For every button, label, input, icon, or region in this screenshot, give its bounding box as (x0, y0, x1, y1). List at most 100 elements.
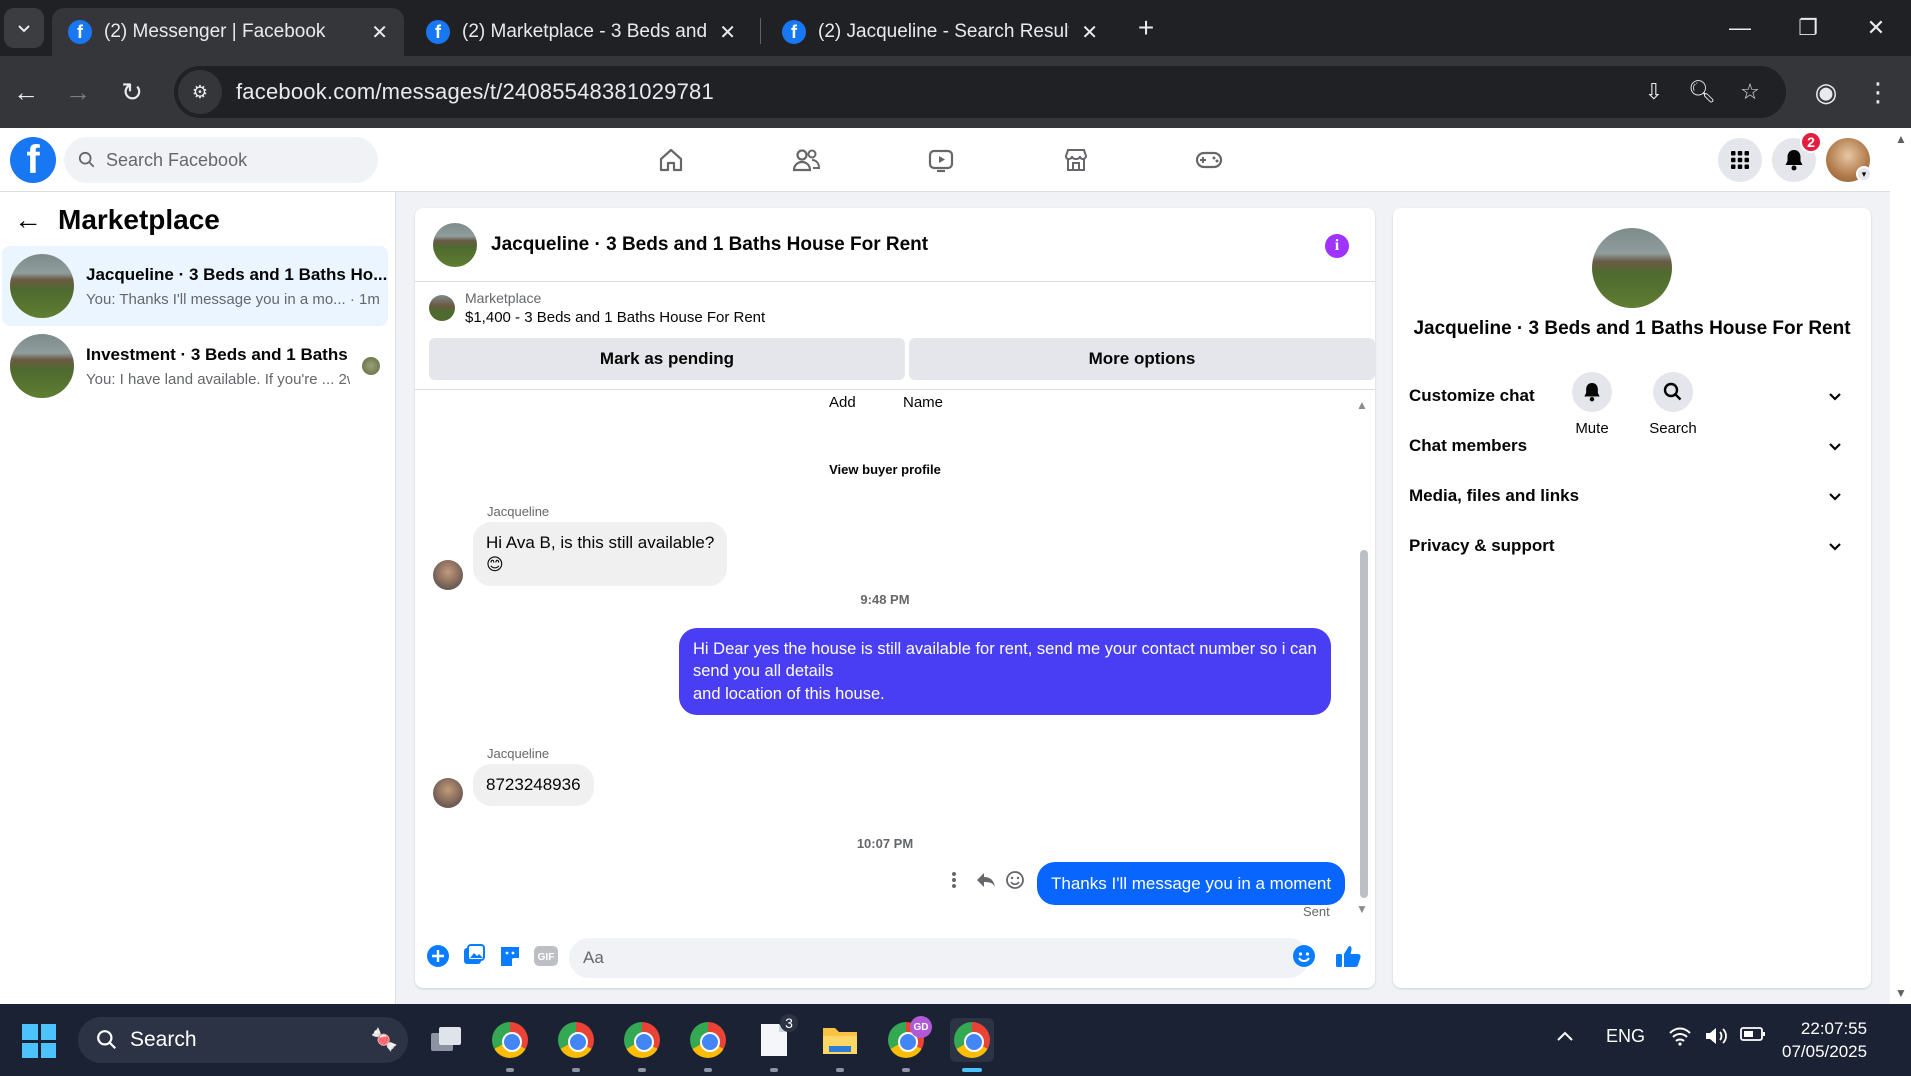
chrome-profile-icon[interactable] (554, 1018, 598, 1062)
minimize-button[interactable]: — (1712, 6, 1768, 50)
taskbar-search[interactable]: Search 🍬 (78, 1017, 408, 1063)
new-tab-button[interactable]: + (1128, 10, 1164, 46)
scrollbar-thumb[interactable] (1360, 550, 1368, 898)
back-arrow-icon[interactable]: ← (14, 204, 42, 236)
add-label[interactable]: Add (829, 394, 856, 411)
menu-button[interactable] (1718, 138, 1762, 182)
system-clock[interactable]: 22:07:55 07/05/2025 (1782, 1018, 1867, 1064)
outgoing-message[interactable]: Thanks I'll message you in a moment (1037, 862, 1346, 906)
avatar[interactable] (1592, 228, 1672, 308)
windows-start-icon[interactable] (22, 1024, 56, 1058)
task-view-icon[interactable] (424, 1018, 468, 1062)
scroll-down-arrow-icon[interactable]: ▼ (1895, 986, 1907, 1000)
bookmark-star-icon[interactable]: ☆ (1734, 76, 1766, 108)
file-explorer-icon[interactable] (818, 1018, 862, 1062)
grid-menu-icon (1731, 151, 1749, 169)
browser-menu-icon[interactable]: ⋮ (1858, 72, 1898, 112)
chrome-profile-icon[interactable] (620, 1018, 664, 1062)
conversation-item[interactable]: Jacqueline · 3 Beds and 1 Baths Ho... Yo… (2, 246, 388, 326)
outgoing-message[interactable]: Hi Dear yes the house is still available… (679, 628, 1331, 716)
close-tab-icon[interactable]: ✕ (719, 20, 736, 45)
more-actions-icon[interactable] (949, 870, 959, 890)
back-button[interactable]: ← (6, 72, 46, 112)
more-options-button[interactable]: More options (909, 338, 1375, 380)
nav-friends[interactable] (750, 136, 862, 184)
notepad-icon[interactable]: 3 (752, 1014, 798, 1062)
gif-icon[interactable]: GIF (533, 943, 559, 969)
incoming-message[interactable]: Hi Ava B, is this still available? 😊 (473, 522, 728, 587)
facebook-search-input[interactable] (106, 149, 336, 171)
chrome-active-icon[interactable] (950, 1018, 994, 1062)
volume-icon[interactable] (1704, 1026, 1730, 1051)
wifi-icon[interactable] (1668, 1026, 1692, 1051)
language-indicator[interactable]: ENG (1606, 1026, 1645, 1047)
like-icon[interactable] (1335, 943, 1361, 969)
scroll-up-arrow-icon[interactable]: ▲ (1895, 132, 1907, 146)
privacy-support-section[interactable]: Privacy & support (1409, 526, 1855, 566)
message-input[interactable] (569, 938, 1309, 978)
account-chevron-icon[interactable]: ▾ (1856, 166, 1872, 182)
conversation-item[interactable]: Investment · 3 Beds and 1 Baths ... You:… (2, 326, 388, 406)
battery-icon[interactable] (1740, 1026, 1766, 1047)
sticker-icon[interactable] (497, 943, 523, 969)
restore-button[interactable]: ❐ (1780, 6, 1836, 50)
close-tab-icon[interactable]: ✕ (1081, 20, 1098, 45)
url-text[interactable]: facebook.com/messages/t/2408554838102978… (236, 79, 714, 105)
show-hidden-icons-icon[interactable] (1556, 1026, 1574, 1047)
nav-watch[interactable] (885, 136, 997, 184)
view-buyer-profile-link[interactable]: View buyer profile (415, 462, 1355, 477)
facebook-favicon-icon: f (426, 20, 450, 44)
customize-chat-section[interactable]: Customize chat (1409, 376, 1855, 416)
nav-home[interactable] (615, 136, 727, 184)
info-icon[interactable]: i (1325, 234, 1349, 258)
plus-icon[interactable] (425, 943, 451, 969)
close-window-button[interactable]: ✕ (1848, 6, 1904, 50)
zoom-icon[interactable]: 🔍︎ (1686, 76, 1718, 108)
chevron-down-icon (1829, 543, 1841, 551)
reply-icon[interactable] (975, 871, 997, 889)
section-label: Customize chat (1409, 386, 1535, 405)
composer: GIF (415, 928, 1375, 988)
sender-avatar[interactable] (433, 560, 463, 590)
sent-status: Sent (1303, 904, 1330, 919)
chat-title[interactable]: Jacqueline · 3 Beds and 1 Baths House Fo… (491, 234, 928, 256)
react-icon[interactable] (1005, 870, 1025, 890)
nav-gaming[interactable] (1153, 136, 1265, 184)
facebook-logo-icon[interactable]: f (10, 137, 56, 183)
chat-members-section[interactable]: Chat members (1409, 426, 1855, 466)
video-icon (928, 149, 954, 173)
page-scrollbar[interactable]: ▲ ▼ (1890, 128, 1911, 1004)
install-app-icon[interactable]: ⇩ (1638, 76, 1670, 108)
smile-emoji: 😊 (486, 555, 504, 575)
incoming-message[interactable]: 8723248936 (473, 764, 594, 807)
chrome-gd-profile-icon[interactable]: GD (884, 1016, 932, 1062)
tab-marketplace[interactable]: f (2) Marketplace - 3 Beds and 1 Baths ✕ (410, 8, 752, 56)
close-tab-icon[interactable]: ✕ (371, 20, 388, 45)
sender-avatar[interactable] (433, 778, 463, 808)
emoji-icon[interactable] (1291, 943, 1317, 969)
search-icon (97, 1030, 117, 1050)
mark-pending-button[interactable]: Mark as pending (429, 338, 905, 380)
message-text: Hi Ava B, is this still available? (486, 533, 715, 552)
marketplace-listing[interactable]: Marketplace $1,400 - 3 Beds and 1 Baths … (429, 290, 765, 326)
site-settings-icon[interactable]: ⚙ (178, 70, 222, 114)
chrome-profile-icon[interactable] (488, 1018, 532, 1062)
address-bar[interactable]: ⚙ facebook.com/messages/t/24085548381029… (174, 66, 1786, 118)
facebook-search[interactable] (64, 137, 378, 183)
tab-search-results[interactable]: f (2) Jacqueline - Search Results | Face… (766, 8, 1114, 56)
nav-marketplace[interactable] (1020, 136, 1132, 184)
reload-button[interactable]: ↻ (112, 72, 152, 112)
photo-icon[interactable] (461, 943, 487, 969)
chrome-profile-icon[interactable] (686, 1018, 730, 1062)
marketplace-chat-list: ← Marketplace Jacqueline · 3 Beds and 1 … (0, 192, 396, 1004)
scroll-up-arrow-icon[interactable]: ▲ (1356, 398, 1368, 412)
name-label[interactable]: Name (903, 394, 943, 411)
media-files-links-section[interactable]: Media, files and links (1409, 476, 1855, 516)
profile-icon[interactable]: ◉ (1806, 72, 1846, 112)
tab-search-dropdown[interactable] (4, 8, 44, 48)
scroll-down-arrow-icon[interactable]: ▼ (1356, 902, 1368, 916)
tab-messenger[interactable]: f (2) Messenger | Facebook ✕ (52, 8, 404, 56)
forward-button[interactable]: → (58, 72, 98, 112)
avatar[interactable] (433, 222, 477, 267)
tab-title: (2) Messenger | Facebook (104, 21, 326, 42)
